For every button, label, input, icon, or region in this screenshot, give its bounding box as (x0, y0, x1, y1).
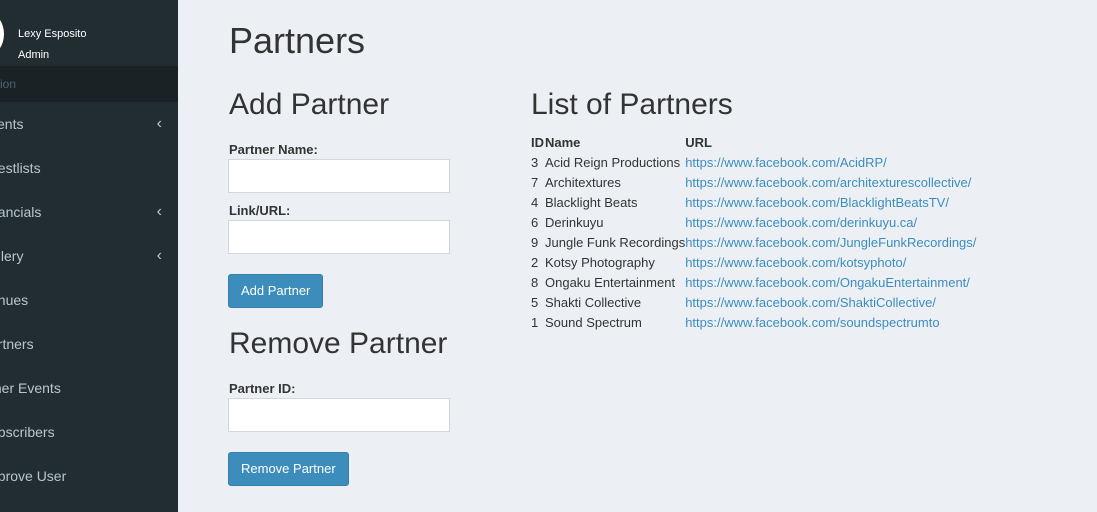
sidebar-item-label: ubscribers (0, 424, 55, 440)
partner-url-cell: https://www.facebook.com/OngakuEntertain… (685, 272, 976, 292)
partner-id-cell: 3 (531, 154, 539, 170)
partner-name-cell: Blacklight Beats (545, 194, 638, 210)
table-header-row: ID Name URL (531, 132, 976, 152)
sidebar-menu: vents ‹ uestlists nancials ‹ allery ‹ en… (0, 102, 178, 498)
partner-name-cell: Architextures (545, 174, 621, 190)
partner-url-input[interactable] (228, 220, 450, 254)
partner-url-cell: https://www.facebook.com/soundspectrumto (685, 312, 976, 332)
partner-url-link[interactable]: https://www.facebook.com/AcidRP/ (685, 155, 887, 170)
sidebar-item-approve-user[interactable]: pprove User (0, 454, 178, 498)
partner-url-link[interactable]: https://www.facebook.com/soundspectrumto (685, 315, 939, 330)
partner-url-label: Link/URL: (229, 203, 291, 218)
main-content: Partners Add Partner Partner Name: Link/… (178, 0, 1097, 512)
partner-name-cell: Sound Spectrum (545, 314, 642, 330)
table-row: 8 Ongaku Entertainment https://www.faceboo… (531, 272, 976, 292)
add-partner-button[interactable]: Add Partner (228, 274, 324, 308)
partner-url-link[interactable]: https://www.facebook.com/architexturesco… (685, 175, 971, 190)
table-row: 5 Shakti Collective https://www.facebook.c… (531, 292, 976, 312)
partner-url-link[interactable]: https://www.facebook.com/kotsyphoto/ (685, 255, 906, 270)
remove-partner-button[interactable]: Remove Partner (228, 452, 349, 486)
partner-name-cell: Ongaku Entertainment (545, 274, 676, 290)
sidebar-item-other-events[interactable]: ther Events (0, 366, 178, 410)
list-heading: List of Partners (531, 88, 733, 121)
sidebar-item-venues[interactable]: enues (0, 278, 178, 322)
table-row: 9 Jungle Funk Recordings https://www.faceb… (531, 232, 976, 252)
chevron-left-icon: ‹ (156, 115, 162, 132)
partner-name-label: Partner Name: (229, 142, 318, 157)
partner-url-link[interactable]: https://www.facebook.com/ShaktiCollectiv… (685, 295, 936, 310)
sidebar-item-label: enues (0, 292, 29, 308)
table-row: 6 Derinkuyu https://www.facebook.com/derin… (531, 212, 976, 232)
partner-id-cell: 8 (531, 274, 539, 290)
sidebar-item-label: allery (0, 248, 24, 264)
partner-url-link[interactable]: https://www.facebook.com/JungleFunkRecor… (685, 235, 976, 250)
user-panel: Lexy Esposito Admin (0, 0, 178, 66)
partner-url-cell: https://www.facebook.com/derinkuyu.ca/ (685, 212, 976, 232)
partner-id-cell: 7 (531, 174, 539, 190)
partner-url-link[interactable]: https://www.facebook.com/derinkuyu.ca/ (685, 215, 917, 230)
table-row: 2 Kotsy Photography https://www.facebook.c… (531, 252, 976, 272)
table-body: 3 Acid Reign Productions https://www.faceb… (531, 152, 976, 332)
sidebar-item-label: uestlists (0, 160, 41, 176)
partner-url-link[interactable]: https://www.facebook.com/BlacklightBeats… (685, 195, 949, 210)
sidebar-item-label: vents (0, 116, 24, 132)
partner-url-cell: https://www.facebook.com/AcidRP/ (685, 152, 976, 172)
user-role: Admin (18, 49, 50, 61)
sidebar: Lexy Esposito Admin ation vents ‹ uestli… (0, 0, 178, 512)
partner-name-cell: Jungle Funk Recordings (545, 234, 686, 250)
column-header-id: ID (531, 134, 544, 150)
partners-table: ID Name URL 3 Acid Reign Productions https… (531, 132, 976, 332)
partner-name-cell: Derinkuyu (545, 214, 604, 230)
partner-id-cell: 2 (531, 254, 539, 270)
sidebar-item-subscribers[interactable]: ubscribers (0, 410, 178, 454)
partner-id-label: Partner ID: (229, 381, 296, 396)
chevron-left-icon: ‹ (156, 203, 162, 220)
sidebar-item-partners[interactable]: artners (0, 322, 178, 366)
page-title: Partners (229, 20, 366, 61)
chevron-left-icon: ‹ (156, 247, 162, 264)
partner-id-cell: 4 (531, 194, 539, 210)
sidebar-item-label: ther Events (0, 380, 61, 396)
partner-name-cell: Kotsy Photography (545, 254, 655, 270)
sidebar-item-label: artners (0, 336, 34, 352)
sidebar-header: ation (0, 66, 178, 102)
sidebar-item-label: pprove User (0, 468, 67, 484)
sidebar-item-financials[interactable]: nancials ‹ (0, 190, 178, 234)
partner-url-cell: https://www.facebook.com/BlacklightBeats… (685, 192, 976, 212)
partner-url-link[interactable]: https://www.facebook.com/OngakuEntertain… (685, 275, 970, 290)
partner-url-cell: https://www.facebook.com/kotsyphoto/ (685, 252, 976, 272)
partner-name-cell: Acid Reign Productions (545, 154, 681, 170)
column-header-name: Name (545, 134, 581, 150)
partner-id-cell: 1 (531, 314, 539, 330)
table-row: 1 Sound Spectrum https://www.facebook.com/… (531, 312, 976, 332)
sidebar-item-gallery[interactable]: allery ‹ (0, 234, 178, 278)
add-partner-heading: Add Partner (229, 88, 390, 121)
partner-id-input[interactable] (228, 398, 450, 432)
table-row: 3 Acid Reign Productions https://www.faceb… (531, 152, 976, 172)
sidebar-item-events[interactable]: vents ‹ (0, 102, 178, 146)
partner-id-cell: 9 (531, 234, 539, 250)
avatar[interactable] (0, 12, 4, 56)
partner-url-cell: https://www.facebook.com/architexturesco… (685, 172, 976, 192)
user-name: Lexy Esposito (18, 28, 87, 40)
table-row: 7 Architextures https://www.facebook.com/a… (531, 172, 976, 192)
sidebar-item-label: nancials (0, 204, 42, 220)
partner-id-cell: 6 (531, 214, 539, 230)
partner-id-cell: 5 (531, 294, 539, 310)
partner-name-input[interactable] (228, 159, 450, 193)
remove-partner-heading: Remove Partner (229, 327, 448, 360)
table-row: 4 Blacklight Beats https://www.facebook.co… (531, 192, 976, 212)
partner-name-cell: Shakti Collective (545, 294, 642, 310)
partner-url-cell: https://www.facebook.com/ShaktiCollectiv… (685, 292, 976, 312)
column-header-url: URL (685, 134, 712, 150)
partner-url-cell: https://www.facebook.com/JungleFunkRecor… (685, 232, 976, 252)
sidebar-item-guestlists[interactable]: uestlists (0, 146, 178, 190)
